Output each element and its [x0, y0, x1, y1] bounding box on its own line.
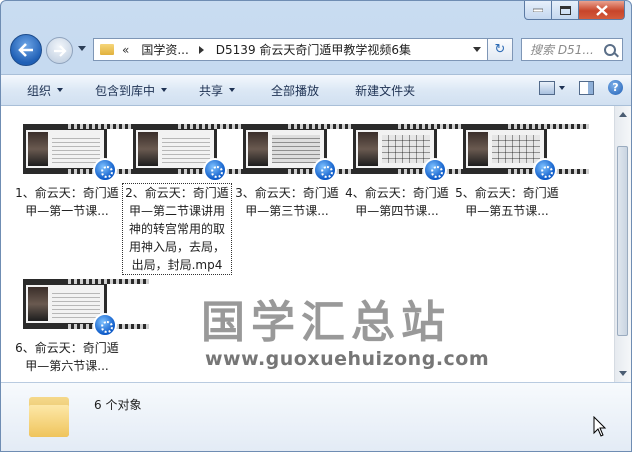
video-thumbnail [23, 279, 149, 337]
arrow-right-icon [53, 44, 67, 57]
minimize-button[interactable] [524, 1, 552, 20]
chevron-down-icon [57, 88, 64, 92]
file-name: 2、俞云天：奇门遁甲—第二节课讲用神的转宫常用的取用神入局，去局，出局，封局.m… [122, 183, 232, 275]
change-view-button[interactable] [539, 80, 565, 95]
file-name: 3、俞云天：奇门遁甲—第三节课... [235, 186, 339, 218]
chevron-down-icon [161, 88, 168, 92]
item-count: 6 个对象 [94, 398, 142, 412]
file-name: 5、俞云天：奇门遁甲—第五节课... [455, 186, 559, 218]
scroll-thumb[interactable] [617, 146, 628, 336]
video-thumbnail [243, 124, 369, 182]
search-input[interactable]: 搜索 D51... [521, 38, 623, 61]
view-icon [539, 80, 555, 95]
watermark-text: 国学汇总站 [201, 297, 451, 348]
media-player-icon [93, 313, 117, 337]
caption-buttons [524, 1, 625, 20]
video-thumbnail [133, 124, 259, 182]
address-dropdown-icon[interactable] [473, 47, 481, 52]
video-thumbnail [463, 124, 589, 182]
close-icon [595, 4, 608, 16]
close-button[interactable] [579, 1, 625, 20]
watermark-url: www.guoxuehuizong.com [205, 348, 490, 370]
breadcrumb-separator-icon[interactable] [198, 45, 204, 54]
media-player-icon [533, 158, 557, 182]
organize-label: 组织 [27, 83, 52, 98]
folder-icon [100, 44, 114, 55]
video-thumbnail [353, 124, 479, 182]
scroll-down-icon[interactable] [619, 371, 627, 376]
minimize-icon [533, 8, 543, 12]
scroll-up-icon[interactable] [619, 112, 627, 117]
recent-pages-dropdown[interactable] [78, 46, 86, 51]
file-item[interactable]: 1、俞云天：奇门遁甲—第一节课... [13, 124, 149, 220]
breadcrumb-overflow[interactable]: « [122, 43, 129, 57]
file-item[interactable]: 6、俞云天：奇门遁甲—第六节课... [13, 279, 149, 375]
organize-button[interactable]: 组织 [1, 79, 73, 101]
media-player-icon [423, 158, 447, 182]
vertical-scrollbar[interactable] [614, 106, 631, 382]
search-icon[interactable] [604, 44, 616, 56]
toolbar-right: ? [539, 80, 623, 95]
video-thumbnail [23, 124, 149, 182]
share-button[interactable]: 共享 [177, 79, 245, 101]
maximize-icon [559, 5, 571, 15]
file-item[interactable]: 4、俞云天：奇门遁甲—第四节课... [343, 124, 479, 220]
media-player-icon [313, 158, 337, 182]
arrow-left-icon [18, 43, 33, 57]
file-list[interactable]: 1、俞云天：奇门遁甲—第一节课... 2、俞云天：奇门遁甲—第二节课讲用神的转宫常… [1, 106, 614, 382]
file-name: 4、俞云天：奇门遁甲—第四节课... [345, 186, 449, 218]
help-icon[interactable]: ? [608, 80, 623, 95]
play-all-button[interactable]: 全部播放 [245, 79, 329, 101]
details-pane: 6 个对象 [1, 382, 631, 451]
play-all-label: 全部播放 [271, 83, 320, 98]
back-button[interactable] [10, 34, 42, 66]
mouse-cursor-icon [593, 416, 607, 437]
address-bar[interactable]: « 国学资... D5139 俞云天奇门遁甲教学视频6集 [93, 38, 488, 61]
file-item[interactable]: 5、俞云天：奇门遁甲—第五节课... [453, 124, 589, 220]
folder-icon [29, 393, 69, 437]
file-name: 1、俞云天：奇门遁甲—第一节课... [15, 186, 119, 218]
media-player-icon [203, 158, 227, 182]
file-name: 6、俞云天：奇门遁甲—第六节课... [15, 341, 119, 373]
include-in-library-label: 包含到库中 [95, 83, 156, 98]
media-player-icon [93, 158, 117, 182]
breadcrumb-segment-2[interactable]: D5139 俞云天奇门遁甲教学视频6集 [216, 41, 411, 58]
chevron-down-icon [559, 85, 565, 90]
forward-button[interactable] [46, 37, 73, 64]
breadcrumb-segment-1[interactable]: 国学资... [141, 41, 188, 58]
search-placeholder: 搜索 D51... [530, 43, 594, 57]
address-row: « 国学资... D5139 俞云天奇门遁甲教学视频6集 ↻ 搜索 D51... [1, 33, 631, 69]
preview-pane-icon[interactable] [579, 80, 594, 95]
explorer-window: « 国学资... D5139 俞云天奇门遁甲教学视频6集 ↻ 搜索 D51...… [0, 0, 632, 452]
share-label: 共享 [199, 83, 224, 98]
file-item[interactable]: 3、俞云天：奇门遁甲—第三节课... [233, 124, 369, 220]
refresh-button[interactable]: ↻ [488, 38, 513, 61]
file-item[interactable]: 2、俞云天：奇门遁甲—第二节课讲用神的转宫常用的取用神入局，去局，出局，封局.m… [122, 124, 259, 275]
maximize-button[interactable] [552, 1, 579, 20]
refresh-icon: ↻ [494, 42, 506, 57]
new-folder-label: 新建文件夹 [355, 83, 416, 98]
command-bar: 组织 包含到库中 共享 全部播放 新建文件夹 ? [1, 74, 631, 106]
include-in-library-button[interactable]: 包含到库中 [73, 79, 177, 101]
new-folder-button[interactable]: 新建文件夹 [329, 79, 425, 101]
chevron-down-icon [229, 88, 236, 92]
